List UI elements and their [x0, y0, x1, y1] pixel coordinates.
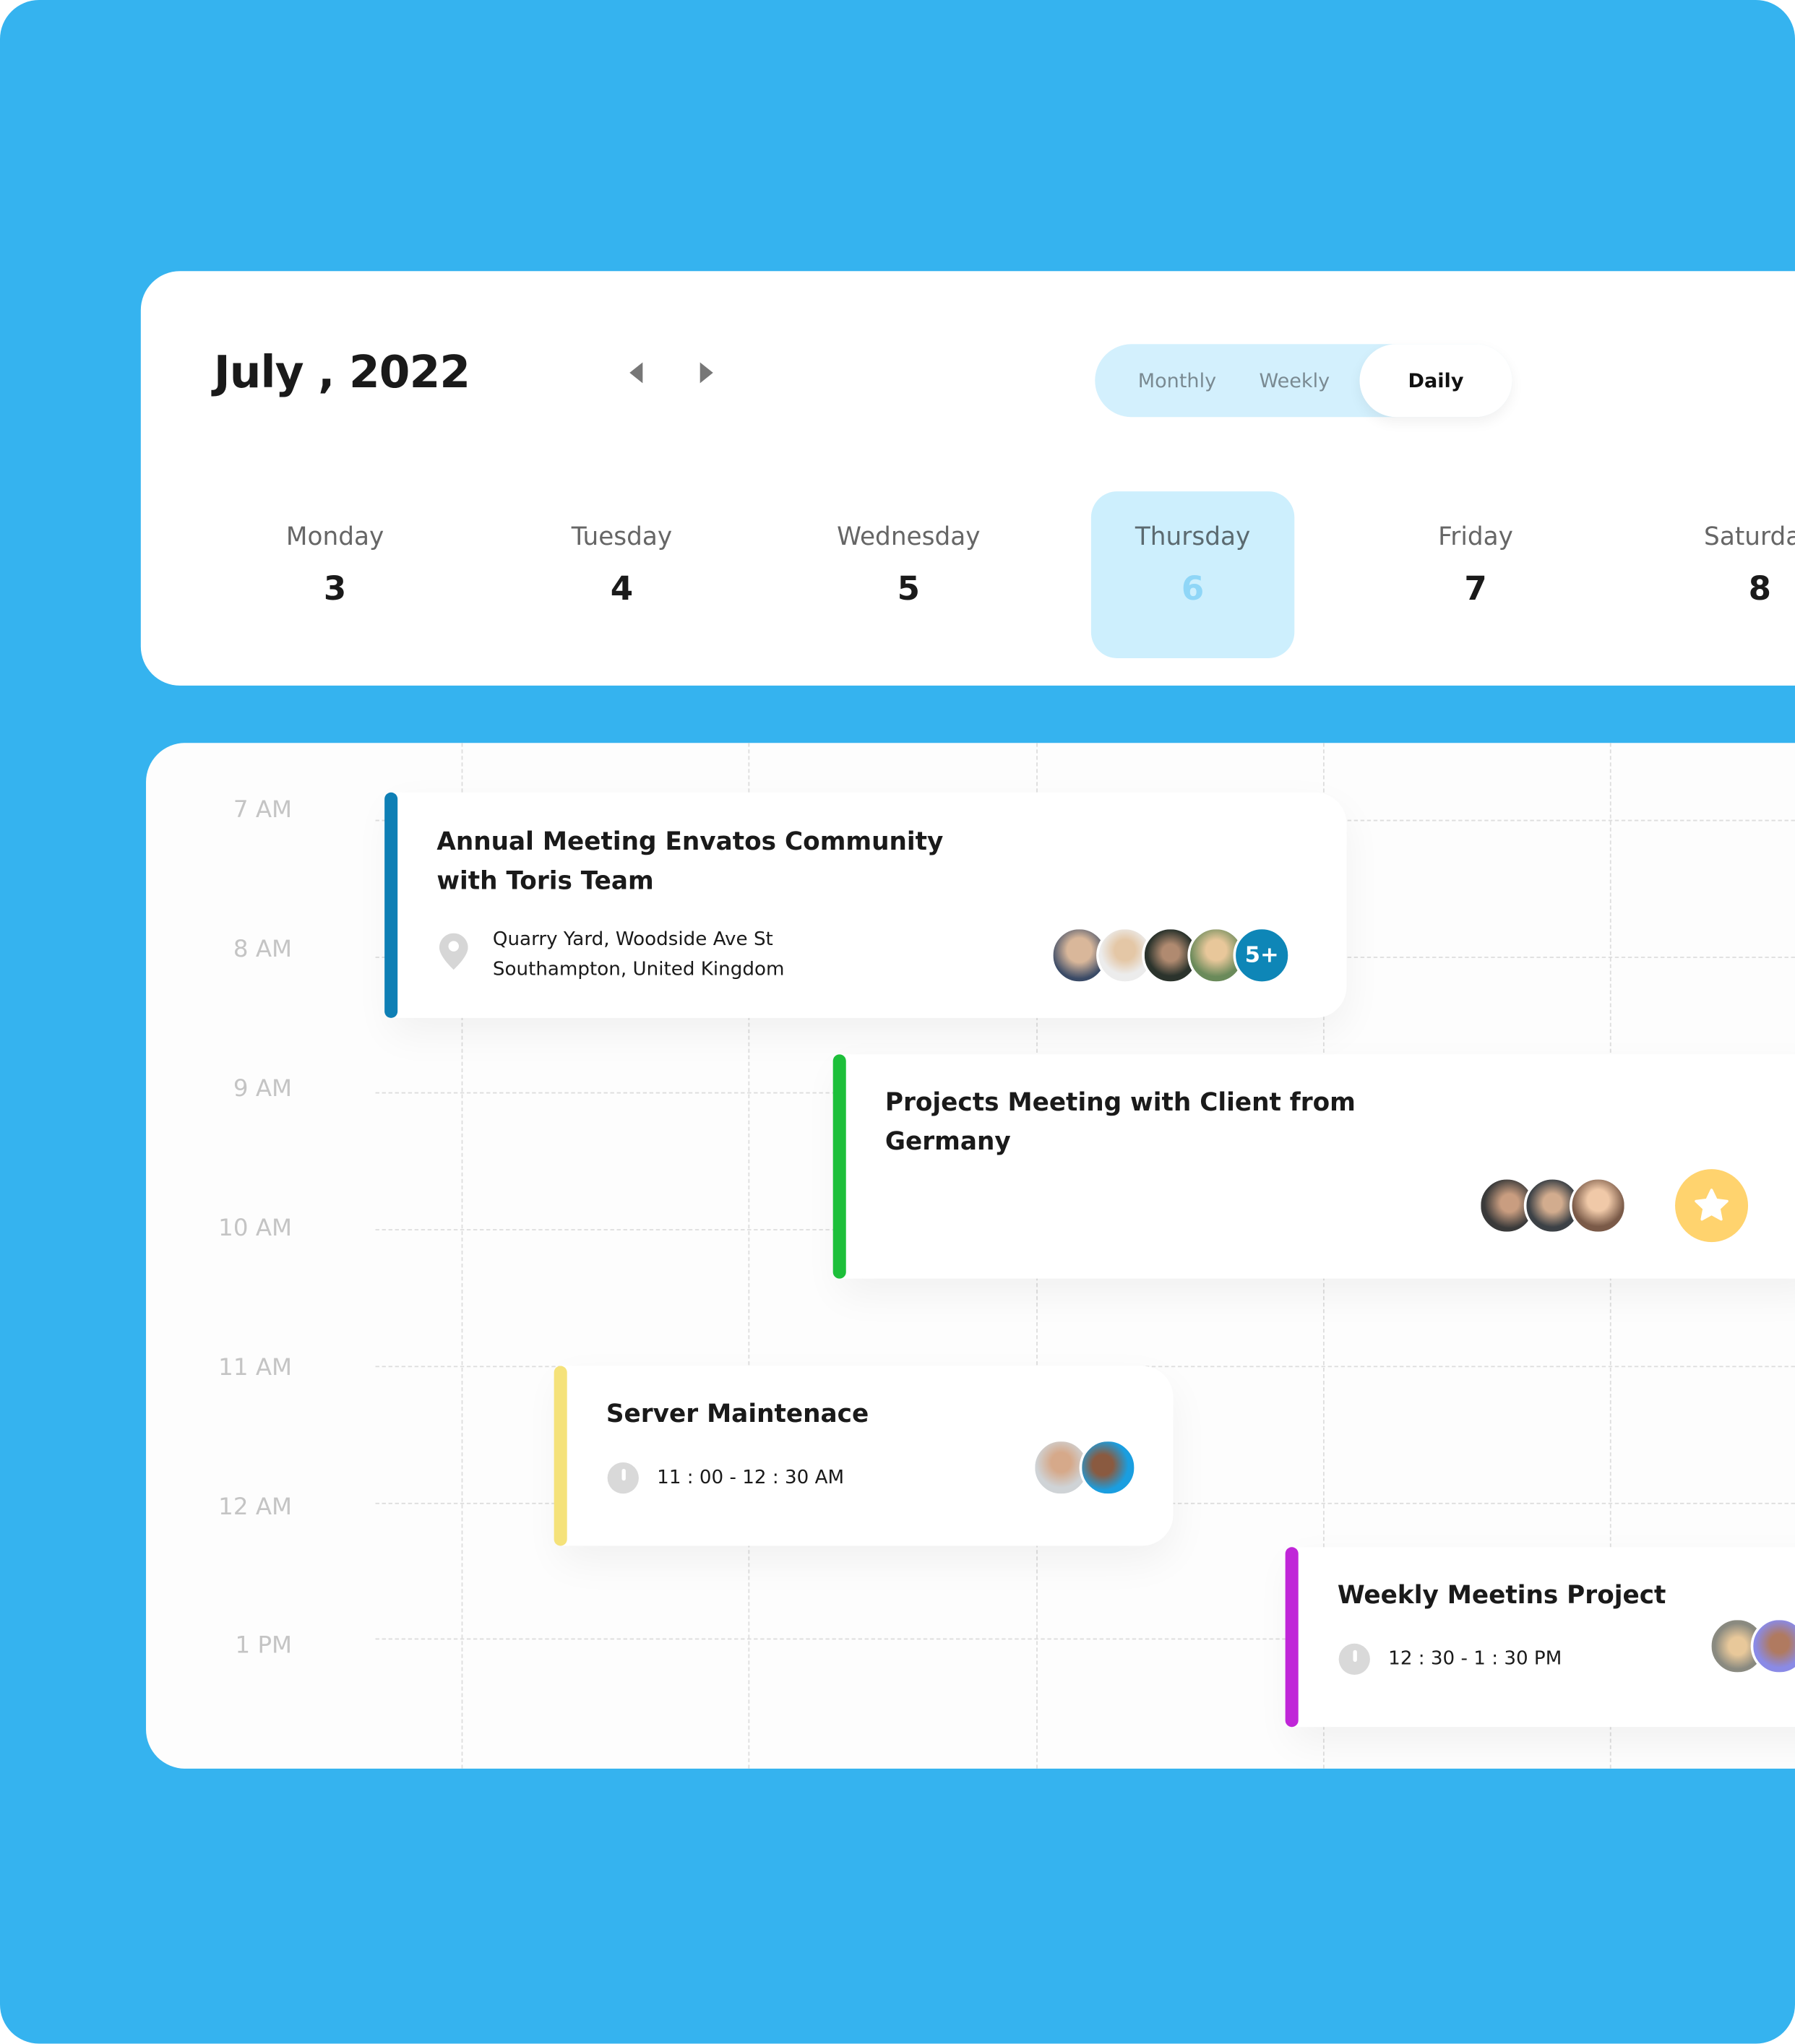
event-title: Projects Meeting with Client from Germany: [885, 1083, 1356, 1161]
event-time: 11 : 00 - 12 : 30 AM: [657, 1467, 845, 1489]
day-monday[interactable]: Monday 3: [233, 491, 436, 658]
event-color-bar: [384, 792, 398, 1018]
title-line: Germany: [884, 1127, 1011, 1157]
more-attendees-badge[interactable]: 5+: [1233, 926, 1291, 984]
day-number: 7: [1464, 569, 1487, 608]
day-number: 8: [1748, 569, 1771, 608]
day-number: 3: [323, 569, 347, 608]
title-line: Projects Meeting with Client from: [884, 1088, 1356, 1117]
event-location: Quarry Yard, Woodside Ave St Southampton,…: [493, 926, 785, 986]
calendar-app: July , 2022 Monthly Weekly Daily Monday 3…: [0, 0, 1795, 2044]
day-thursday[interactable]: Thursday 6: [1090, 491, 1295, 658]
star-icon: [1695, 1189, 1729, 1221]
event-color-bar: [554, 1366, 567, 1546]
clock-icon: [1338, 1643, 1370, 1676]
title-line: Annual Meeting Envatos Community: [436, 827, 944, 857]
event-title: Weekly Meetins Project: [1337, 1581, 1666, 1610]
day-name: Monday: [285, 522, 384, 552]
day-name: Wednesday: [837, 522, 981, 552]
day-tuesday[interactable]: Tuesday 4: [520, 491, 723, 658]
event-card[interactable]: Weekly Meetins Project 12 : 30 - 1 : 30 …: [1285, 1547, 1795, 1728]
schedule-grid: 7 AM 8 AM 9 AM 10 AM 11 AM 12 AM 1 PM An…: [146, 743, 1795, 1769]
view-toggle: Monthly Weekly Daily: [1095, 344, 1512, 418]
tab-weekly[interactable]: Weekly: [1241, 344, 1348, 417]
day-friday[interactable]: Friday 7: [1374, 491, 1577, 658]
tab-monthly[interactable]: Monthly: [1121, 344, 1233, 417]
time-label: 12 AM: [218, 1493, 293, 1522]
caret-right-icon[interactable]: [700, 362, 713, 384]
day-name: Tuesday: [571, 522, 673, 552]
time-label: 10 AM: [218, 1215, 293, 1243]
event-color-bar: [1285, 1547, 1299, 1728]
day-name: Thursday: [1135, 522, 1251, 552]
day-wednesday[interactable]: Wednesday 5: [807, 491, 1010, 658]
day-name: Saturday: [1704, 522, 1795, 552]
event-card[interactable]: Server Maintenace 11 : 00 - 12 : 30 AM: [554, 1366, 1174, 1546]
clock-icon: [607, 1462, 639, 1494]
event-title: Annual Meeting Envatos Community with Tor…: [436, 822, 943, 900]
month-title: July , 2022: [213, 346, 470, 399]
avatar: [1079, 1439, 1137, 1496]
day-number: 4: [610, 569, 634, 608]
time-label: 9 AM: [233, 1075, 293, 1103]
favorite-button[interactable]: [1675, 1169, 1749, 1243]
location-line: Southampton, United Kingdom: [492, 959, 785, 980]
event-color-bar: [832, 1054, 846, 1279]
event-card[interactable]: Annual Meeting Envatos Community with Tor…: [384, 792, 1347, 1018]
caret-left-icon[interactable]: [629, 362, 643, 384]
location-line: Quarry Yard, Woodside Ave St: [492, 929, 773, 951]
day-saturday[interactable]: Saturday 8: [1658, 491, 1795, 658]
time-label: 7 AM: [233, 796, 293, 824]
event-time: 12 : 30 - 1 : 30 PM: [1388, 1648, 1562, 1670]
avatar: [1569, 1176, 1627, 1235]
time-label: 8 AM: [233, 936, 293, 964]
time-label: 11 AM: [218, 1354, 293, 1382]
event-card[interactable]: Projects Meeting with Client from Germany: [832, 1054, 1795, 1279]
location-pin-icon: [439, 933, 468, 970]
day-name: Friday: [1438, 522, 1513, 552]
day-number: 6: [1181, 569, 1205, 608]
event-title: Server Maintenace: [606, 1400, 869, 1429]
title-line: with Toris Team: [436, 866, 654, 896]
tab-daily[interactable]: Daily: [1359, 344, 1512, 418]
day-number: 5: [897, 569, 921, 608]
time-label: 1 PM: [235, 1631, 293, 1660]
